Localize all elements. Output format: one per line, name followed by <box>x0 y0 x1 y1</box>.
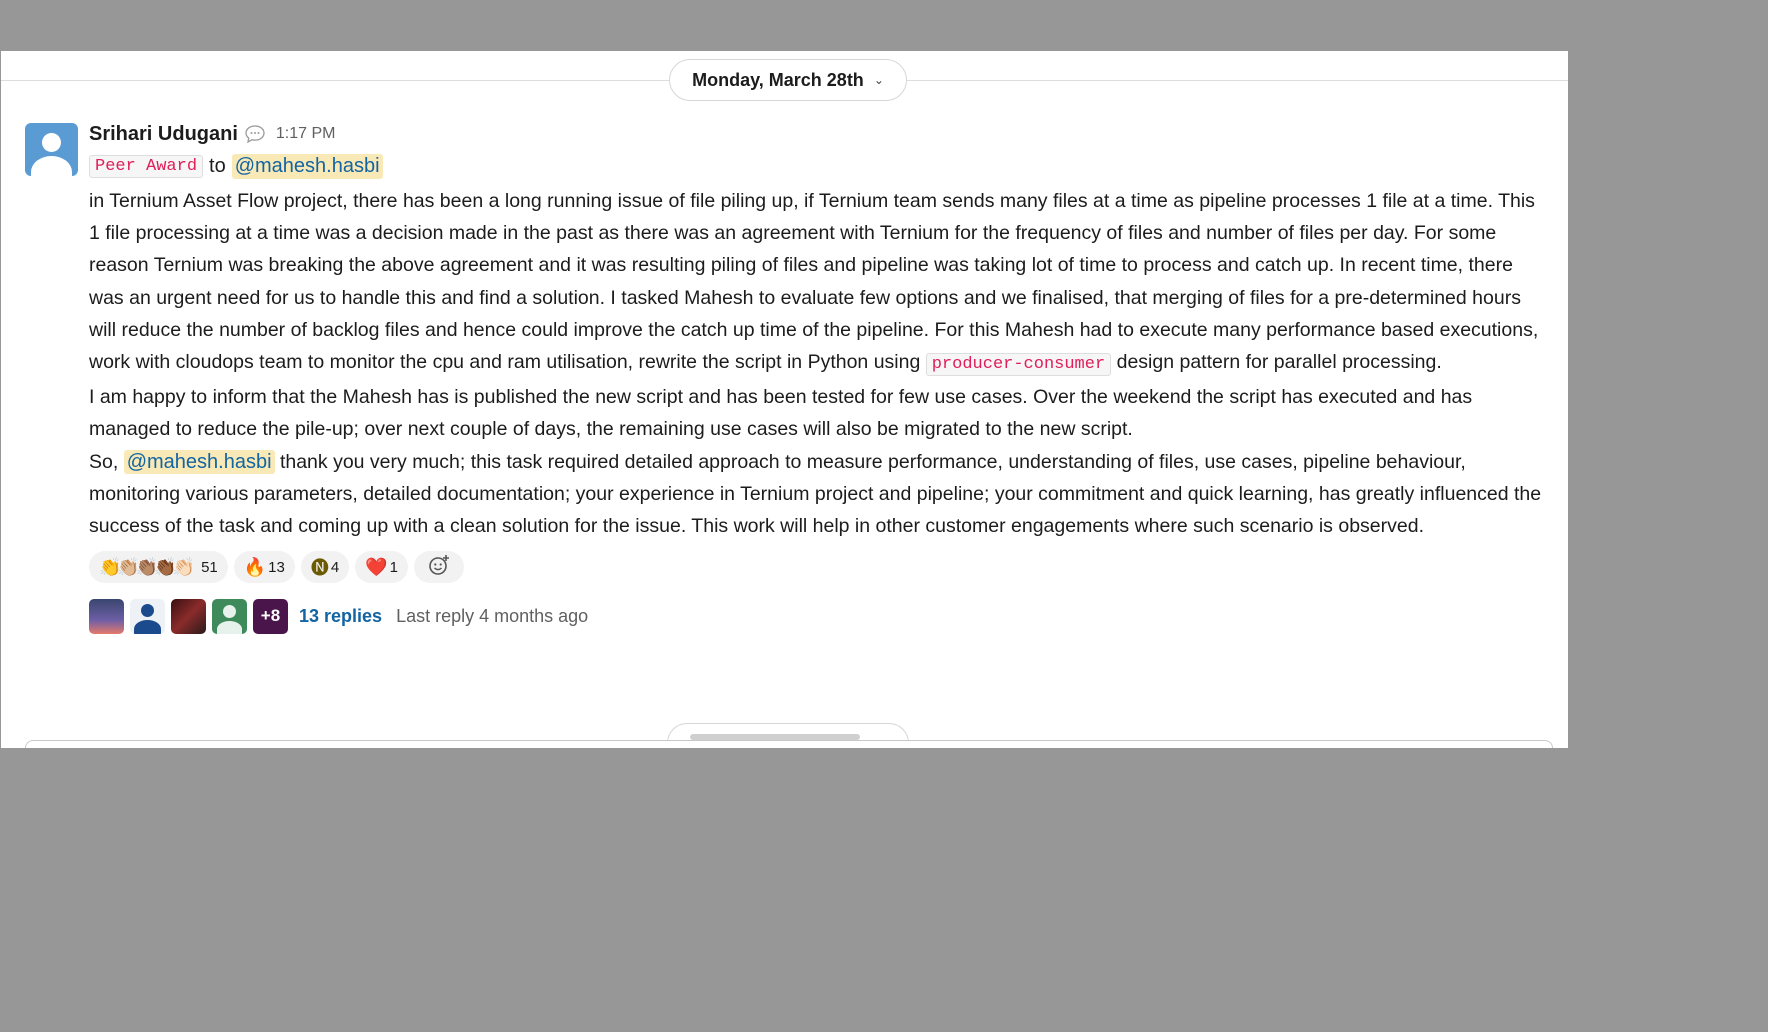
clap-icon: 👏👏🏼👏🏽👏🏾👏🏻 <box>99 556 195 577</box>
add-reaction-button[interactable] <box>413 551 464 584</box>
reaction-custom[interactable]: 🅝 4 <box>300 551 350 584</box>
award-to-text: to <box>209 154 226 177</box>
message-body: in Ternium Asset Flow project, there has… <box>89 185 1549 542</box>
add-reaction-icon <box>427 553 451 581</box>
message: Srihari Udugani 1:17 PM Peer Award to @m… <box>89 119 1549 634</box>
replier-avatar <box>212 598 247 634</box>
reaction-clap[interactable]: 👏👏🏼👏🏽👏🏾👏🏻 51 <box>89 551 228 584</box>
message-paragraph: in Ternium Asset Flow project, there has… <box>89 185 1549 381</box>
reaction-count: 4 <box>330 558 340 576</box>
award-line: Peer Award to @mahesh.hasbi <box>89 151 1549 181</box>
reply-count-link[interactable]: 13 replies <box>299 606 382 627</box>
reaction-heart[interactable]: ❤️ 1 <box>355 551 408 584</box>
message-timestamp[interactable]: 1:17 PM <box>276 125 336 143</box>
thread-summary[interactable]: +8 13 replies Last reply 4 months ago <box>89 598 1549 634</box>
paragraph-text: design pattern for parallel processing. <box>1116 351 1442 374</box>
message-header: Srihari Udugani 1:17 PM <box>89 119 1549 149</box>
user-mention[interactable]: @mahesh.hasbi <box>123 449 275 474</box>
sender-name[interactable]: Srihari Udugani <box>89 123 238 146</box>
replier-avatar <box>171 598 206 634</box>
message-paragraph: I am happy to inform that the Mahesh has… <box>89 386 1473 441</box>
date-label: Monday, March 28th <box>692 69 864 90</box>
paragraph-text: in Ternium Asset Flow project, there has… <box>89 190 1539 374</box>
reaction-bar: 👏👏🏼👏🏽👏🏾👏🏻 51 🔥 13 🅝 4 ❤️ 1 <box>89 551 1549 584</box>
chevron-down-icon: ⌄ <box>873 73 884 87</box>
reaction-count: 51 <box>201 558 218 576</box>
reaction-fire[interactable]: 🔥 13 <box>233 551 295 584</box>
reaction-count: 1 <box>389 558 398 576</box>
date-divider-button[interactable]: Monday, March 28th ⌄ <box>669 59 907 101</box>
speech-bubble-icon <box>244 123 266 145</box>
next-message-box <box>25 740 1553 748</box>
award-tag: Peer Award <box>89 154 204 178</box>
custom-emoji-icon: 🅝 <box>310 558 329 579</box>
heart-icon: ❤️ <box>365 556 388 577</box>
message-paragraph: So, @mahesh.hasbi thank you very much; t… <box>89 446 1549 543</box>
last-reply-text: Last reply 4 months ago <box>396 605 589 626</box>
replier-avatar <box>130 598 165 634</box>
replier-avatar <box>89 598 124 634</box>
fire-icon: 🔥 <box>243 556 267 577</box>
paragraph-text: So, <box>89 450 119 473</box>
inline-code: producer-consumer <box>925 353 1112 377</box>
more-repliers-badge: +8 <box>253 598 288 634</box>
message-panel: Monday, March 28th ⌄ Srihari Udugani 1:1… <box>1 51 1568 748</box>
paragraph-text: thank you very much; this task required … <box>89 450 1542 538</box>
avatar[interactable] <box>25 123 78 176</box>
user-mention[interactable]: @mahesh.hasbi <box>231 153 383 179</box>
reaction-count: 13 <box>268 558 285 576</box>
